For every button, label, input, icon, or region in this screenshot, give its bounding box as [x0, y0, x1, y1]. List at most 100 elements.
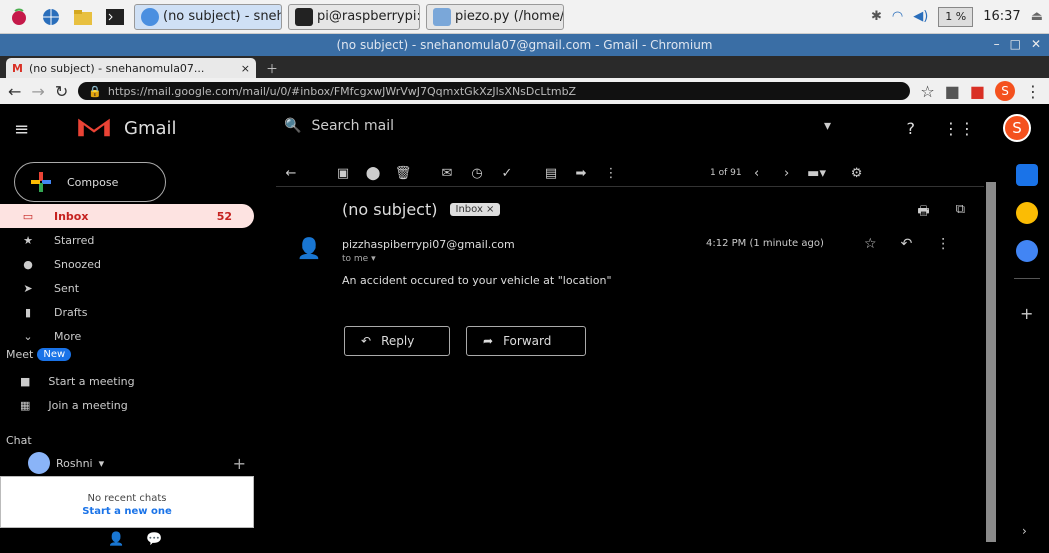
search-input[interactable]: Search mail — [311, 118, 394, 134]
forward-icon[interactable]: → — [31, 82, 44, 101]
task-terminal[interactable]: pi@raspberrypi: ~/ac... — [288, 3, 420, 30]
sidebar-item-sent[interactable]: ➤ Sent — [0, 276, 256, 300]
sidebar-item-snoozed[interactable]: ● Snoozed — [0, 252, 256, 276]
browser-menu-icon[interactable]: ⋮ — [1025, 82, 1041, 101]
newer-chevron-icon[interactable]: ‹ — [742, 166, 772, 181]
bluetooth-icon[interactable]: ✱ — [871, 9, 882, 24]
archive-icon[interactable]: ▣ — [328, 166, 358, 181]
delete-icon[interactable]: 🗑 — [388, 166, 418, 181]
meet-section-header: Meet New — [6, 348, 72, 361]
browser-tab-gmail[interactable]: M (no subject) - snehanomula07... × — [6, 58, 256, 78]
add-addon-icon[interactable]: + — [1020, 304, 1033, 323]
forward-button[interactable]: ➦ Forward — [466, 326, 586, 356]
add-chat-icon[interactable]: + — [233, 454, 246, 473]
chevron-down-icon: ⌄ — [23, 329, 33, 343]
add-to-tasks-icon[interactable]: ✓ — [492, 166, 522, 181]
clock-icon: ● — [23, 257, 33, 271]
task-editor[interactable]: piezo.py (/home/pi/a... — [426, 3, 564, 30]
gmail-logo[interactable] — [74, 114, 114, 140]
sidebar-footer: 👤 💬 — [108, 532, 162, 547]
report-spam-icon[interactable]: ⬤ — [358, 166, 388, 181]
expand-panel-icon[interactable]: › — [1022, 524, 1027, 538]
extension-icon[interactable]: ■ — [945, 82, 960, 101]
mark-unread-icon[interactable]: ✉ — [432, 166, 462, 181]
open-new-window-icon[interactable]: ⧉ — [956, 202, 965, 224]
snooze-icon[interactable]: ◷ — [462, 166, 492, 181]
star-icon: ★ — [23, 233, 33, 247]
tasks-icon[interactable] — [1016, 240, 1038, 262]
window-titlebar: (no subject) - snehanomula07@gmail.com -… — [0, 34, 1049, 56]
sidebar-item-label: More — [54, 329, 82, 343]
avatar — [28, 452, 50, 474]
chevron-down-icon: ▾ — [98, 456, 105, 470]
task-chromium-gmail[interactable]: (no subject) - snehan... — [134, 3, 282, 30]
web-browser-icon[interactable] — [38, 4, 64, 30]
sidebar-item-more[interactable]: ⌄ More — [0, 324, 256, 348]
task-label: pi@raspberrypi: ~/ac... — [317, 9, 420, 24]
volume-icon[interactable]: ◀) — [913, 9, 928, 24]
raspberry-menu-icon[interactable] — [6, 4, 32, 30]
clock[interactable]: 16:37 — [983, 9, 1020, 24]
forward-icon: ➦ — [483, 334, 494, 348]
back-to-inbox-icon[interactable]: ← — [276, 166, 306, 181]
join-meeting-item[interactable]: ▦ Join a meeting — [20, 394, 128, 416]
person-icon[interactable]: 👤 — [108, 532, 124, 547]
support-icon[interactable]: ? — [907, 119, 916, 138]
cpu-monitor[interactable]: 1 % — [938, 6, 974, 27]
label-chip-text: Inbox — [455, 204, 483, 215]
meet-label: Meet — [6, 348, 34, 361]
close-icon[interactable]: ✕ — [1031, 37, 1041, 51]
minimize-icon[interactable]: – — [994, 37, 1000, 51]
reply-button[interactable]: ↶ Reply — [344, 326, 450, 356]
chat-bubble-icon[interactable]: 💬 — [146, 532, 162, 547]
task-label: piezo.py (/home/pi/a... — [455, 9, 564, 24]
sidebar-item-label: Sent — [54, 281, 80, 295]
recipient-line[interactable]: to me ▾ — [342, 254, 376, 264]
inbox-label-chip[interactable]: Inbox × — [449, 203, 501, 216]
chat-user-item[interactable]: Roshni ▾ + — [28, 452, 246, 474]
settings-gear-icon[interactable]: ⚙ — [842, 166, 872, 181]
apps-grid-icon[interactable]: ⋮⋮ — [943, 119, 975, 138]
search-icon[interactable]: 🔍 — [284, 118, 301, 134]
terminal-icon[interactable] — [102, 4, 128, 30]
print-icon[interactable]: 🖶 — [917, 202, 929, 224]
start-meeting-item[interactable]: ■ Start a meeting — [20, 370, 135, 392]
older-chevron-icon[interactable]: › — [772, 166, 802, 181]
more-options-icon[interactable]: ⋮ — [596, 166, 626, 181]
sidebar-item-drafts[interactable]: ▮ Drafts — [0, 300, 256, 324]
message-body: An accident occured to your vehicle at "… — [342, 274, 612, 287]
pdf-extension-icon[interactable]: ■ — [970, 82, 985, 101]
compose-button[interactable]: Compose — [14, 162, 166, 202]
main-menu-icon[interactable]: ≡ — [14, 119, 29, 140]
reply-icon[interactable]: ↶ — [901, 236, 913, 252]
back-icon[interactable]: ← — [8, 82, 21, 101]
label-icon[interactable]: ➡ — [566, 166, 596, 181]
calendar-icon[interactable] — [1016, 164, 1038, 186]
star-icon[interactable]: ☆ — [864, 236, 877, 252]
profile-avatar[interactable]: S — [995, 81, 1015, 101]
close-tab-icon[interactable]: × — [241, 62, 250, 75]
bookmark-star-icon[interactable]: ☆ — [920, 82, 934, 101]
maximize-icon[interactable]: □ — [1010, 37, 1021, 51]
subject-actions: 🖶 ⧉ — [917, 202, 965, 224]
scrollbar[interactable] — [986, 182, 996, 542]
new-tab-icon[interactable]: ＋ — [266, 60, 284, 76]
sidebar-item-inbox[interactable]: ▭ Inbox 52 — [0, 204, 254, 228]
sidebar-item-starred[interactable]: ★ Starred — [0, 228, 256, 252]
wifi-icon[interactable]: ◠ — [892, 9, 903, 24]
reload-icon[interactable]: ↻ — [55, 82, 68, 101]
start-new-chat-link[interactable]: Start a new one — [1, 506, 253, 517]
move-to-icon[interactable]: ▤ — [536, 166, 566, 181]
browser-address-bar: ← → ↻ 🔒 https://mail.google.com/mail/u/0… — [0, 78, 1049, 104]
search-bar[interactable]: 🔍 Search mail ▾ — [284, 118, 831, 134]
eject-icon[interactable]: ⏏ — [1031, 9, 1043, 24]
url-field[interactable]: 🔒 https://mail.google.com/mail/u/0/#inbo… — [78, 82, 911, 100]
sender-email[interactable]: pizzhaspiberrypi07@gmail.com — [342, 238, 515, 251]
input-tools-icon[interactable]: ▬▾ — [802, 166, 832, 181]
chat-user-name: Roshni — [56, 456, 93, 470]
search-options-icon[interactable]: ▾ — [824, 118, 831, 134]
more-options-icon[interactable]: ⋮ — [936, 236, 950, 252]
file-manager-icon[interactable] — [70, 4, 96, 30]
inbox-icon: ▭ — [22, 209, 34, 223]
keep-icon[interactable] — [1016, 202, 1038, 224]
